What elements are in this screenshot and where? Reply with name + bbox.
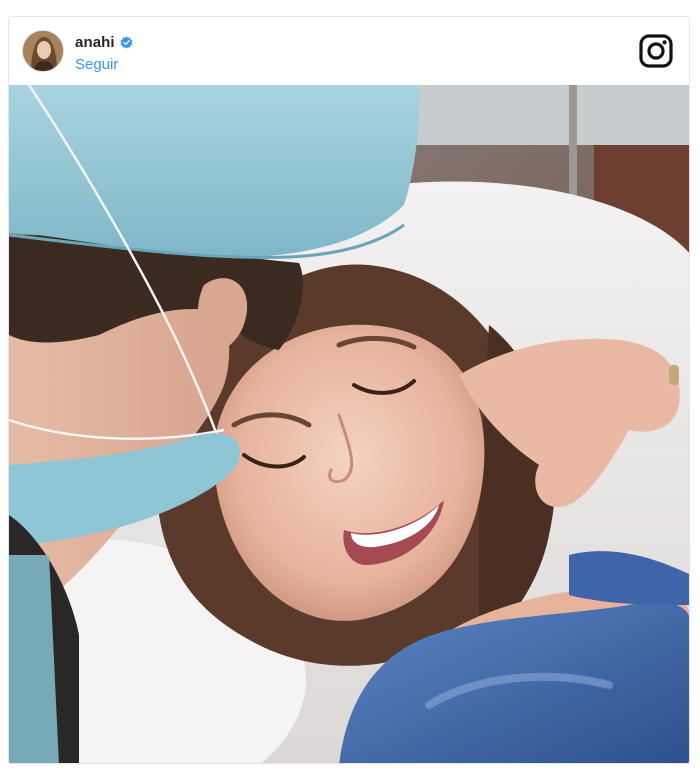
user-block: anahi Seguir [75,32,133,74]
avatar[interactable] [22,30,64,72]
follow-button[interactable]: Seguir [75,56,118,73]
post-header: anahi Seguir [9,17,689,85]
username[interactable]: anahi [75,34,115,51]
verified-badge-icon [120,35,133,49]
instagram-icon[interactable] [639,34,673,68]
post-photo[interactable] [9,85,689,763]
username-row: anahi [75,32,133,52]
instagram-post-card: anahi Seguir [8,16,690,764]
